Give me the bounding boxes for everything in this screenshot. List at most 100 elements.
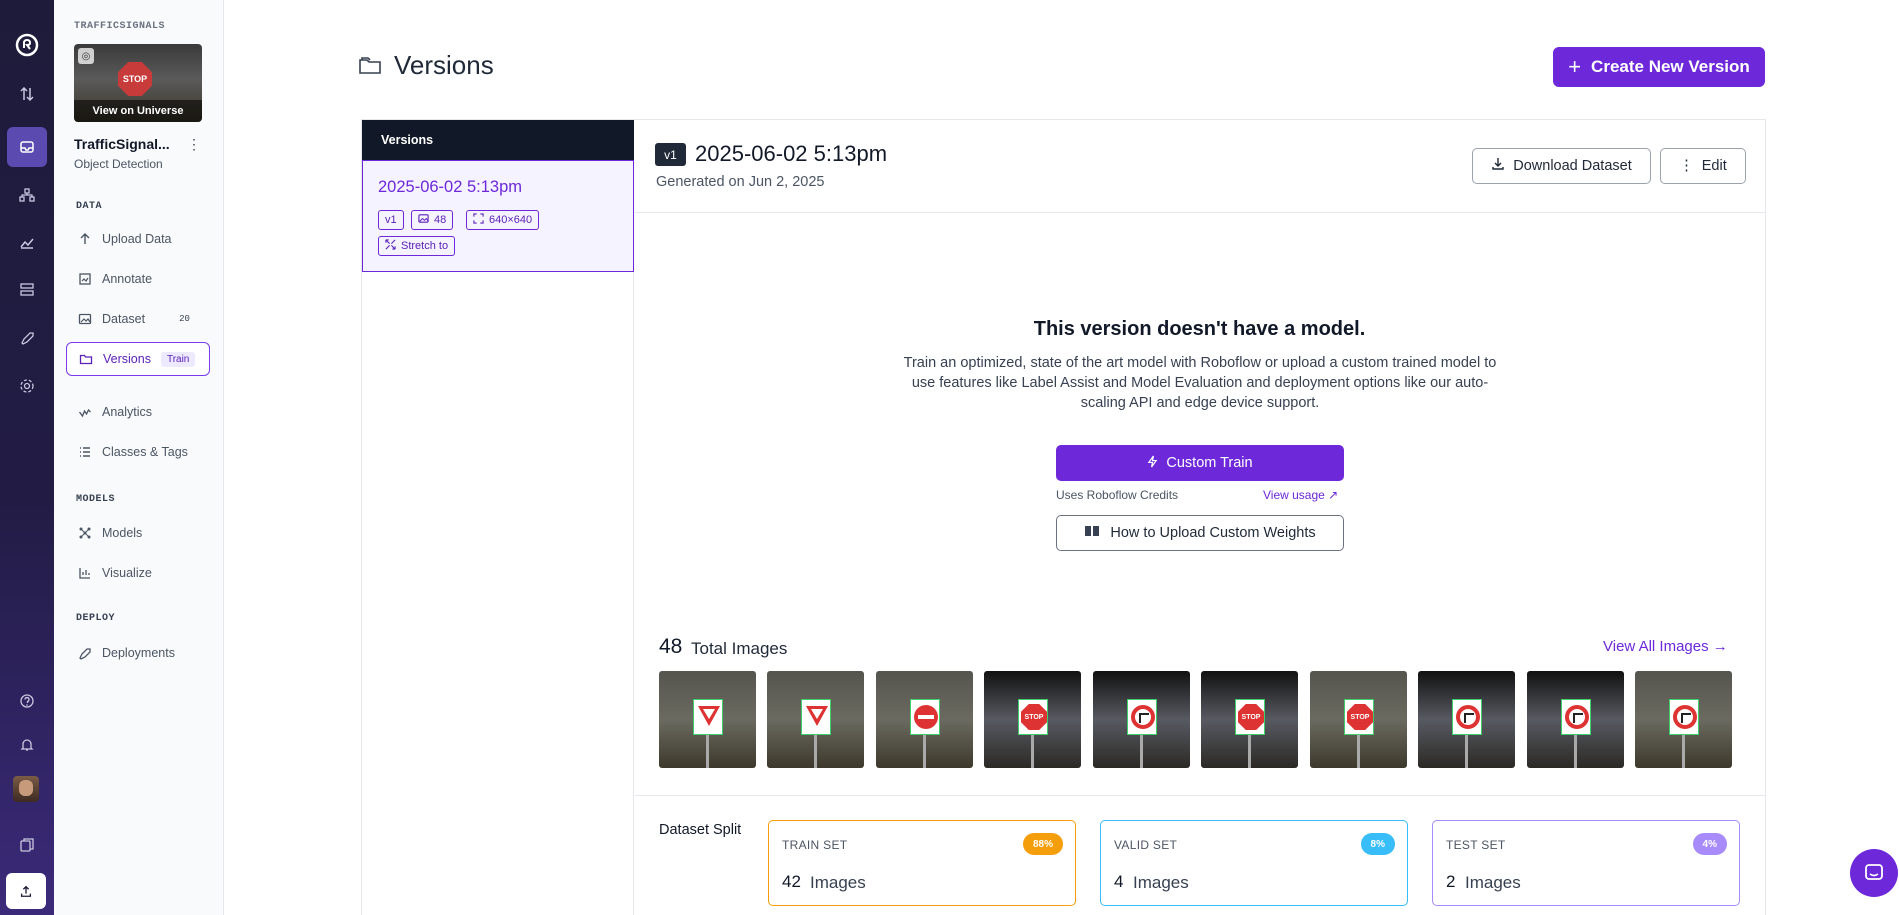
version-badge: v1 <box>655 143 686 166</box>
view-all-images-link[interactable]: View All Images → <box>1603 638 1728 655</box>
sidebar-item-dataset[interactable]: Dataset 20 <box>66 302 210 336</box>
image-thumbnail[interactable]: STOP <box>984 671 1081 768</box>
rocket-icon[interactable] <box>7 318 47 358</box>
sidebar-item-visualize[interactable]: Visualize <box>66 556 210 590</box>
lightning-icon <box>1147 455 1158 472</box>
section-data-title: DATA <box>76 201 103 212</box>
upload-icon[interactable] <box>6 873 46 909</box>
edit-button[interactable]: ⋮ Edit <box>1660 148 1746 184</box>
upload-weights-button[interactable]: How to Upload Custom Weights <box>1056 515 1344 551</box>
project-thumbnail[interactable]: ◎ STOP View on Universe <box>74 44 202 122</box>
split-card-title: TEST SET <box>1446 838 1506 852</box>
split-count: 2 <box>1446 872 1456 891</box>
image-thumbnail[interactable] <box>659 671 756 768</box>
version-list-header: Versions <box>362 120 634 160</box>
version-detail-header: v1 2025-06-02 5:13pm Generated on Jun 2,… <box>635 120 1765 213</box>
sidebar-item-upload[interactable]: Upload Data <box>66 222 210 256</box>
download-dataset-button[interactable]: Download Dataset <box>1472 148 1651 184</box>
version-subtitle: Generated on Jun 2, 2025 <box>656 174 825 190</box>
total-images-count: 48 <box>659 635 683 658</box>
credits-note: Uses Roboflow Credits <box>1056 488 1179 502</box>
sidebar-item-label: Upload Data <box>102 232 172 246</box>
stretch-icon <box>385 239 396 253</box>
icon-rail <box>0 0 54 915</box>
folder-icon <box>358 55 382 80</box>
split-count: 42 <box>782 872 801 891</box>
roboflow-logo-icon[interactable] <box>7 25 47 65</box>
image-thumbnail[interactable]: STOP <box>1201 671 1298 768</box>
project-sidebar: TRAFFICSIGNALS ◎ STOP View on Universe T… <box>54 0 224 915</box>
chart-icon[interactable] <box>7 222 47 262</box>
sidebar-item-annotate[interactable]: Annotate <box>66 262 210 296</box>
version-title: 2025-06-02 5:13pm <box>695 141 888 166</box>
sidebar-item-label: Models <box>102 526 143 540</box>
custom-train-button[interactable]: Custom Train <box>1056 445 1344 481</box>
image-thumbnail[interactable] <box>876 671 973 768</box>
help-icon[interactable] <box>7 681 47 721</box>
image-thumbnail[interactable] <box>1418 671 1515 768</box>
sidebar-item-models[interactable]: Models <box>66 516 210 550</box>
kebab-icon: ⋮ <box>1679 158 1694 174</box>
expand-icon <box>473 213 484 227</box>
image-icon <box>78 312 92 326</box>
dataset-split-label: Dataset Split <box>659 822 742 838</box>
no-model-description: Train an optimized, state of the art mod… <box>903 355 1497 411</box>
split-card-title: VALID SET <box>1114 838 1178 852</box>
bell-icon[interactable] <box>7 725 47 765</box>
sidebar-item-label: Classes & Tags <box>102 445 188 459</box>
project-name[interactable]: TrafficSignal... <box>74 136 170 152</box>
image-thumbnail[interactable] <box>1635 671 1732 768</box>
chat-icon[interactable] <box>1850 849 1898 897</box>
stack-icon[interactable] <box>7 270 47 310</box>
section-models-title: MODELS <box>76 494 116 505</box>
models-icon <box>78 526 92 540</box>
workspace-caption: TRAFFICSIGNALS <box>74 21 166 32</box>
docs-icon[interactable] <box>7 825 47 865</box>
size-chip: 640×640 <box>466 210 540 230</box>
split-card-title: TRAIN SET <box>782 838 848 852</box>
images-chip: 48 <box>411 210 454 230</box>
view-usage-link[interactable]: View usage ↗ <box>1263 488 1338 502</box>
edit-button-label: Edit <box>1701 158 1727 174</box>
version-date: 2025-06-02 5:13pm <box>378 178 523 196</box>
dataset-count-badge: 20 <box>179 314 190 324</box>
kebab-menu-icon[interactable]: ⋮ <box>187 136 201 153</box>
sidebar-item-analytics[interactable]: Analytics <box>66 395 210 429</box>
image-thumbnail[interactable] <box>1093 671 1190 768</box>
split-unit: Images <box>1465 873 1521 892</box>
sidebar-item-deployments[interactable]: Deployments <box>66 636 210 670</box>
split-unit: Images <box>1133 873 1189 892</box>
image-icon <box>418 213 429 227</box>
transfer-icon[interactable] <box>7 74 47 114</box>
split-count: 4 <box>1114 872 1124 891</box>
create-button-label: Create New Version <box>1591 57 1750 76</box>
image-thumbnail[interactable] <box>1527 671 1624 768</box>
download-button-label: Download Dataset <box>1513 158 1632 174</box>
images-chip-label: 48 <box>434 214 447 226</box>
workflow-icon[interactable] <box>7 175 47 215</box>
image-thumbnail[interactable]: STOP <box>1310 671 1407 768</box>
sidebar-item-label: Analytics <box>102 405 153 419</box>
valid-set-card: VALID SET 8% 4 Images <box>1100 820 1408 906</box>
split-percent-badge: 8% <box>1360 833 1395 855</box>
sidebar-item-classes[interactable]: Classes & Tags <box>66 435 210 469</box>
version-card[interactable]: 2025-06-02 5:13pm v1 48 640×640 Stretch … <box>362 160 634 272</box>
dataset-icon[interactable] <box>7 127 47 167</box>
create-new-version-button[interactable]: + Create New Version <box>1553 47 1765 87</box>
visualize-icon <box>78 566 92 580</box>
stop-sign-image: STOP <box>118 62 152 96</box>
avatar[interactable] <box>13 776 39 802</box>
view-on-universe-link[interactable]: View on Universe <box>74 100 202 122</box>
image-thumbnail[interactable] <box>767 671 864 768</box>
analytics-icon <box>78 405 92 419</box>
list-icon <box>78 445 92 459</box>
settings-icon[interactable] <box>7 366 47 406</box>
page-title: Versions <box>394 50 494 80</box>
resize-chip: Stretch to <box>378 236 456 256</box>
project-type: Object Detection <box>74 157 163 171</box>
sidebar-item-versions[interactable]: Versions Train <box>66 342 210 376</box>
test-set-card: TEST SET 4% 2 Images <box>1432 820 1740 906</box>
size-chip-label: 640×640 <box>489 214 533 226</box>
resize-chip-label: Stretch to <box>401 240 449 252</box>
section-deploy-title: DEPLOY <box>76 613 116 624</box>
